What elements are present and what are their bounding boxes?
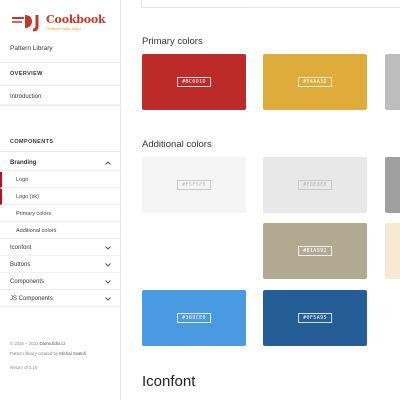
sidebar-item-label: Components	[10, 278, 45, 285]
sidebar-item-additional-colors[interactable]: Additional colors	[0, 223, 121, 239]
chevron-down-icon	[104, 278, 112, 286]
hex-label: #BC0D1D	[177, 77, 211, 87]
sidebar-item-logo[interactable]: Logo	[0, 172, 121, 188]
sidebar-item-iconfont[interactable]: Iconfont	[0, 240, 121, 256]
swatch-additional-gray: #E8E8E8	[263, 157, 367, 213]
site-title[interactable]: Pattern Library	[10, 45, 53, 52]
footer-copyright: © 2016 – 2022 DámeJídlo.cz	[10, 341, 66, 346]
swatch-additional-cream	[385, 223, 400, 279]
hex-label: #E4AA3D	[298, 77, 332, 87]
logo-mark-icon	[12, 15, 39, 32]
chevron-down-icon	[104, 261, 112, 269]
sidebar: Cookbook Užitečné rady a tipy Pattern Li…	[0, 0, 121, 400]
hex-label: #389CE0	[177, 313, 211, 323]
hex-label: #E8E8E8	[298, 180, 332, 190]
divider	[0, 151, 121, 152]
chevron-down-icon	[104, 295, 112, 303]
footer-created-prefix: Pattern library created by	[10, 351, 59, 356]
swatch-primary-gray	[385, 54, 400, 110]
sidebar-item-components[interactable]: Components	[0, 274, 121, 290]
additional-colors-heading: Additional colors	[142, 139, 212, 150]
sidebar-item-introduction[interactable]: Introduction	[0, 89, 121, 105]
sidebar-item-label: Logo	[16, 176, 29, 183]
iconfont-heading: Iconfont	[142, 373, 196, 390]
footer-author-link[interactable]: Michal Svatoš	[59, 351, 86, 356]
footer-return: Return of 3.16	[10, 365, 38, 370]
footer-created: Pattern library created by Michal Svatoš	[10, 351, 86, 356]
top-strip-text: · · · · · · · · · ·	[252, 0, 276, 4]
sidebar-item-buttons[interactable]: Buttons	[0, 257, 121, 273]
footer-copyright-prefix: © 2016 – 2022	[10, 341, 39, 346]
sidebar-item-js-components[interactable]: JS Components	[0, 291, 121, 307]
components-heading: COMPONENTS	[10, 139, 54, 145]
divider	[0, 85, 121, 86]
sidebar-item-label: Primary colors	[16, 210, 52, 217]
chevron-down-icon	[104, 244, 112, 252]
sidebar-item-branding[interactable]: Branding	[0, 155, 121, 171]
swatch-primary-red: #BC0D1D	[142, 54, 246, 110]
sidebar-item-label: JS Components	[10, 295, 53, 302]
footer-site-link[interactable]: DámeJídlo.cz	[39, 341, 65, 346]
logo[interactable]: Cookbook Užitečné rady a tipy	[10, 12, 110, 34]
sidebar-item-primary-colors[interactable]: Primary colors	[0, 206, 121, 222]
swatch-additional-blue: #389CE0	[142, 290, 246, 346]
swatch-additional-navy: #0F5A95	[263, 290, 367, 346]
sidebar-item-logo-sk[interactable]: Logo (sk)	[0, 189, 121, 205]
logo-wordmark: Cookbook	[46, 13, 106, 26]
hex-label: #B1A992	[298, 246, 332, 256]
swatch-additional-khaki: #B1A992	[263, 223, 367, 279]
sidebar-item-label: Branding	[10, 159, 37, 166]
hex-label: #0F5A95	[298, 313, 332, 323]
sidebar-item-label: Iconfont	[10, 244, 32, 251]
sidebar-item-label: Additional colors	[16, 227, 57, 234]
hex-label: #F5F5F5	[177, 180, 211, 190]
swatch-primary-yellow: #E4AA3D	[263, 54, 367, 110]
top-strip: · · · · · · · · · ·	[141, 0, 400, 8]
divider	[0, 62, 121, 63]
logo-tagline: Užitečné rady a tipy	[46, 26, 82, 31]
sidebar-item-label: Buttons	[10, 261, 31, 268]
swatch-additional-dark-gray	[385, 157, 400, 213]
overview-heading: OVERVIEW	[10, 71, 43, 77]
sidebar-item-label: Introduction	[10, 93, 42, 100]
main-content: · · · · · · · · · · Primary colors #BC0D…	[121, 0, 400, 400]
primary-colors-heading: Primary colors	[142, 36, 203, 47]
sidebar-item-label: Logo (sk)	[16, 193, 39, 200]
chevron-up-icon	[104, 159, 112, 167]
divider	[0, 105, 121, 106]
swatch-additional-light: #F5F5F5	[142, 157, 246, 213]
